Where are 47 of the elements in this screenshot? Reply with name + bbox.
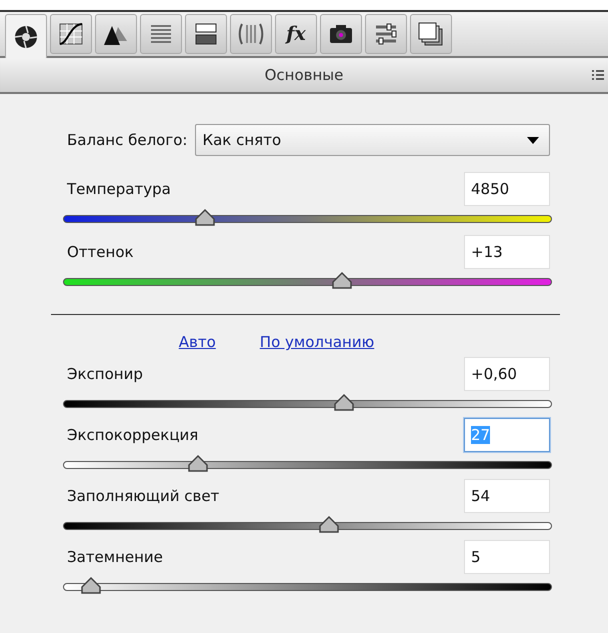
field-value: +13 — [471, 243, 503, 261]
field-value: 54 — [471, 487, 490, 505]
curve-icon — [58, 21, 84, 47]
slider-label: Экспонир — [67, 365, 143, 383]
panel-tab[interactable] — [365, 14, 407, 54]
panel-tab[interactable] — [230, 14, 272, 54]
field-value: +0,60 — [471, 365, 517, 383]
aperture-icon — [13, 24, 39, 50]
slider-thumb[interactable] — [78, 576, 103, 596]
field-value: 27 — [471, 426, 490, 444]
stack-icon — [418, 21, 444, 47]
lens-icon — [238, 21, 264, 47]
slider-label: Оттенок — [67, 243, 134, 261]
panel-tab[interactable] — [410, 14, 452, 54]
sliders-icon — [373, 21, 399, 47]
panel-tab[interactable] — [185, 14, 227, 54]
field-value: 4850 — [471, 180, 510, 198]
balance-dropdown[interactable]: Как снято — [195, 124, 550, 156]
panel-tab[interactable] — [95, 14, 137, 54]
slider-thumb[interactable] — [332, 393, 356, 413]
value-field[interactable]: 5 — [464, 540, 550, 574]
value-field[interactable]: +0,60 — [464, 357, 550, 391]
field-value: 5 — [471, 548, 481, 566]
slider-thumb[interactable] — [330, 271, 354, 291]
balance-label: Баланс белого: — [67, 131, 188, 149]
panel-tab[interactable]: fx — [275, 14, 317, 54]
slider-label: Заполняющий свет — [67, 487, 220, 505]
caret-icon — [527, 136, 539, 144]
panel-tab[interactable] — [320, 14, 362, 54]
slider-label: Затемнение — [67, 548, 163, 566]
slider-label: Температура — [67, 180, 171, 198]
preset-link[interactable]: По умолчанию — [260, 333, 374, 351]
split-icon — [193, 21, 219, 47]
panel-tab[interactable] — [140, 14, 182, 54]
menu-icon[interactable] — [592, 70, 606, 80]
slider-thumb[interactable] — [317, 515, 342, 535]
preset-link[interactable]: Авто — [178, 333, 216, 351]
panel-tab[interactable] — [5, 14, 47, 60]
value-field[interactable]: 54 — [464, 479, 550, 513]
slider-thumb[interactable] — [186, 454, 210, 474]
slider-thumb[interactable] — [193, 208, 218, 228]
value-field[interactable]: 4850 — [464, 172, 550, 206]
fx-icon: fx — [286, 23, 306, 45]
value-field[interactable]: +13 — [464, 235, 550, 269]
panel-title: Основные — [264, 66, 344, 84]
slider-label: Экспокоррекция — [67, 426, 198, 444]
panel-tab[interactable] — [50, 14, 92, 54]
